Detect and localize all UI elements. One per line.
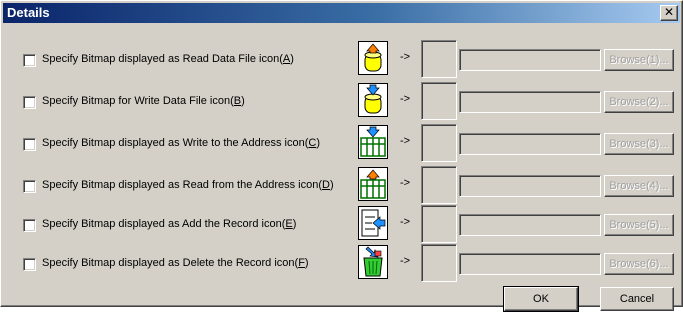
arrow-indicator: ->: [400, 216, 411, 228]
arrow-indicator: ->: [400, 51, 411, 63]
label-add-record[interactable]: Specify Bitmap displayed as Add the Reco…: [42, 218, 296, 230]
arrow-indicator: ->: [400, 177, 411, 189]
checkbox-read-address[interactable]: [23, 180, 36, 193]
dialog-title: Details: [7, 5, 50, 20]
label-read-data-file[interactable]: Specify Bitmap displayed as Read Data Fi…: [42, 53, 294, 65]
browse-button-6[interactable]: Browse(6)...: [604, 253, 674, 275]
label-read-address[interactable]: Specify Bitmap displayed as Read from th…: [42, 179, 334, 191]
path-field-read-data-file: [459, 49, 601, 71]
checkbox-add-record[interactable]: [23, 219, 36, 232]
bitmap-row-write-address: Specify Bitmap displayed as Write to the…: [1, 124, 682, 164]
write-address-icon: [357, 124, 389, 160]
label-delete-record[interactable]: Specify Bitmap displayed as Delete the R…: [42, 257, 309, 269]
details-dialog: Details ✕ Specify Bitmap displayed as Re…: [0, 0, 683, 312]
preview-read-address: [421, 166, 457, 204]
preview-add-record: [421, 205, 457, 243]
delete-record-icon: [357, 244, 389, 280]
add-record-icon: [357, 205, 389, 241]
bitmap-row-add-record: Specify Bitmap displayed as Add the Reco…: [1, 205, 682, 245]
path-field-read-address: [459, 175, 601, 197]
path-field-add-record: [459, 214, 601, 236]
bitmap-row-read-data-file: Specify Bitmap displayed as Read Data Fi…: [1, 40, 682, 80]
browse-button-2[interactable]: Browse(2)...: [604, 91, 674, 113]
path-field-delete-record: [459, 253, 601, 275]
preview-read-data-file: [421, 40, 457, 78]
preview-delete-record: [421, 244, 457, 282]
checkbox-write-data-file[interactable]: [23, 96, 36, 109]
path-field-write-data-file: [459, 91, 601, 113]
bitmap-row-delete-record: Specify Bitmap displayed as Delete the R…: [1, 244, 682, 284]
checkbox-delete-record[interactable]: [23, 258, 36, 271]
close-button[interactable]: ✕: [660, 5, 678, 21]
preview-write-address: [421, 124, 457, 162]
preview-write-data-file: [421, 82, 457, 120]
label-write-address[interactable]: Specify Bitmap displayed as Write to the…: [42, 137, 320, 149]
close-icon: ✕: [663, 5, 675, 19]
bitmap-row-read-address: Specify Bitmap displayed as Read from th…: [1, 166, 682, 206]
browse-button-1[interactable]: Browse(1)...: [604, 49, 674, 71]
browse-button-4[interactable]: Browse(4)...: [604, 175, 674, 197]
checkbox-read-data-file[interactable]: [23, 54, 36, 67]
label-write-data-file[interactable]: Specify Bitmap for Write Data File icon(…: [42, 95, 245, 107]
ok-button[interactable]: OK: [503, 286, 579, 312]
browse-button-3[interactable]: Browse(3)...: [604, 133, 674, 155]
arrow-indicator: ->: [400, 135, 411, 147]
read-address-icon: [357, 166, 389, 202]
cancel-button[interactable]: Cancel: [600, 287, 674, 311]
browse-button-5[interactable]: Browse(5)...: [604, 214, 674, 236]
path-field-write-address: [459, 133, 601, 155]
read-data-file-icon: [357, 40, 389, 76]
checkbox-write-address[interactable]: [23, 138, 36, 151]
write-data-file-icon: [357, 82, 389, 118]
bitmap-row-write-data-file: Specify Bitmap for Write Data File icon(…: [1, 82, 682, 122]
arrow-indicator: ->: [400, 93, 411, 105]
arrow-indicator: ->: [400, 255, 411, 267]
title-bar[interactable]: Details ✕: [3, 3, 680, 23]
